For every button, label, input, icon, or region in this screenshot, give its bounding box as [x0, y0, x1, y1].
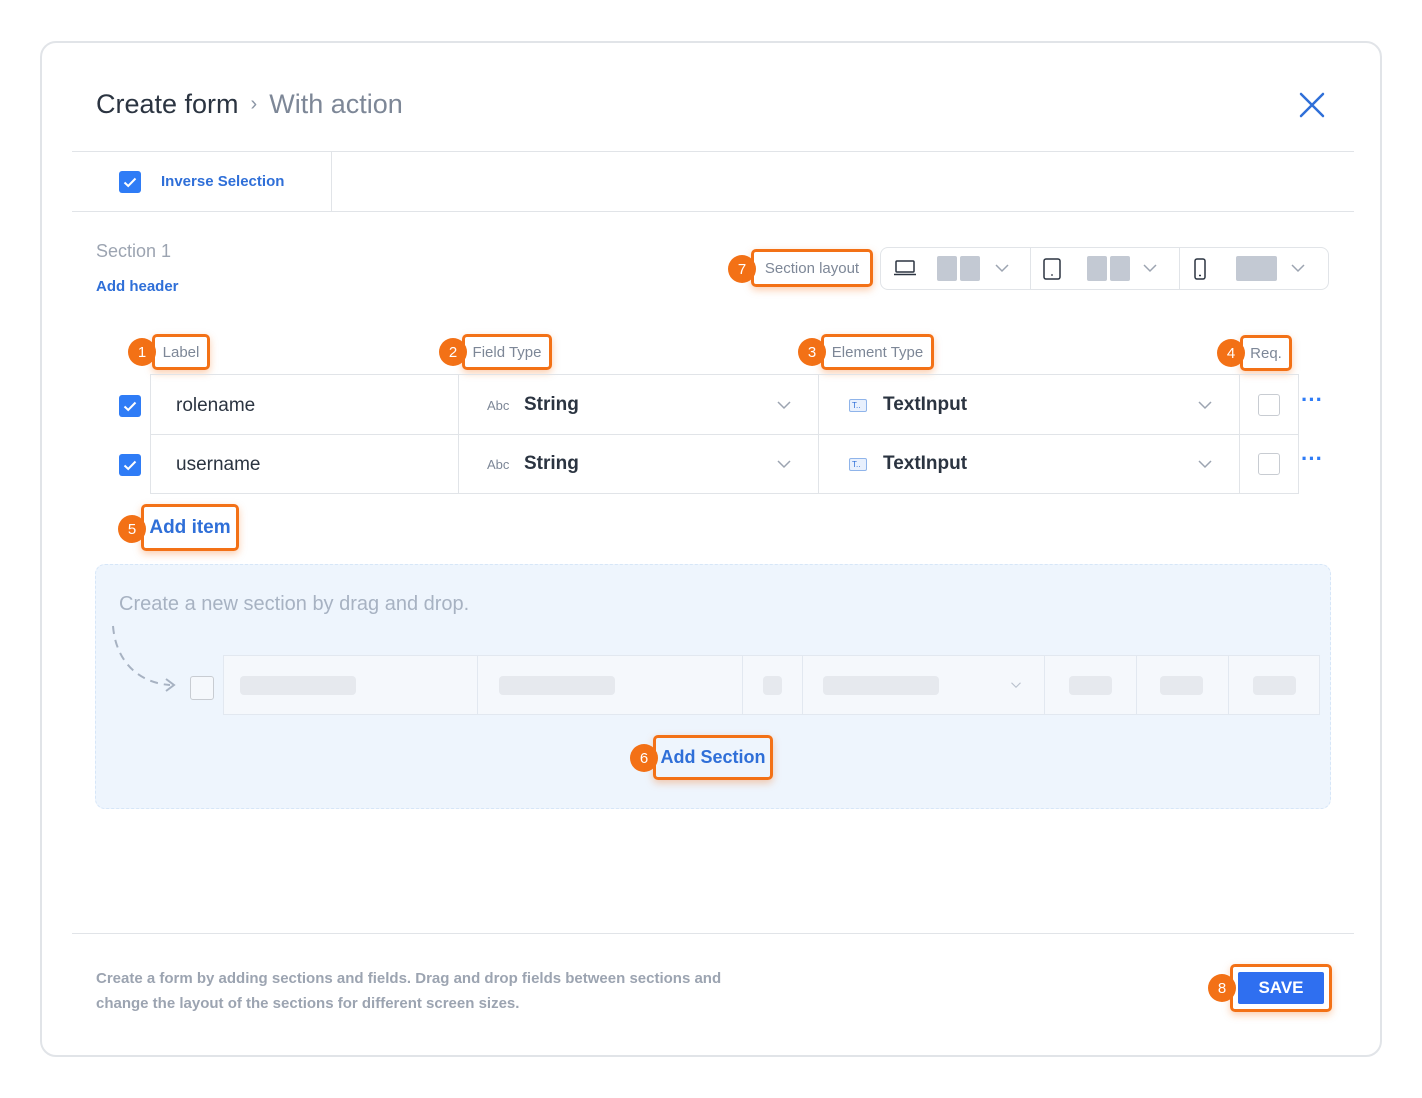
field-type-select[interactable]: String [524, 394, 579, 416]
element-type-select[interactable]: TextInput [883, 453, 967, 475]
chevron-down-icon[interactable] [776, 400, 792, 410]
layout-column-block [1087, 256, 1107, 281]
toolbar-bottom-divider [72, 211, 1354, 212]
placeholder-bar [823, 676, 939, 695]
layout-column-block [937, 256, 957, 281]
layout-column-block [1110, 256, 1130, 281]
row-more-icon[interactable]: ··· [1301, 448, 1323, 470]
header-divider [72, 151, 1354, 152]
column-header-label-text: Label [162, 343, 200, 361]
check-icon [123, 401, 137, 411]
close-icon[interactable] [1298, 91, 1326, 119]
add-section-button[interactable]: Add Section [653, 735, 773, 780]
placeholder-bar [1069, 676, 1112, 695]
ghost-divider [1044, 656, 1045, 714]
placeholder-bar [240, 676, 356, 695]
chevron-down-icon [995, 264, 1009, 273]
ghost-row [223, 655, 1320, 715]
field-type-select[interactable]: String [524, 453, 579, 475]
placeholder-bar [1160, 676, 1203, 695]
ghost-divider [802, 656, 803, 714]
chevron-down-icon[interactable] [1197, 400, 1213, 410]
ghost-checkbox [190, 676, 214, 700]
ghost-divider [1228, 656, 1229, 714]
inverse-selection-checkbox[interactable] [119, 171, 141, 193]
label-input[interactable]: rolename [176, 395, 255, 417]
ghost-divider [477, 656, 478, 714]
ghost-divider [742, 656, 743, 714]
breadcrumb: Create form › With action [96, 89, 403, 120]
column-divider [1239, 375, 1240, 493]
chevron-down-icon[interactable] [1197, 459, 1213, 469]
placeholder-bar [1253, 676, 1296, 695]
drop-zone-hint: Create a new section by drag and drop. [119, 593, 470, 615]
layout-column-block [1236, 256, 1277, 281]
column-header-element-type-text: Element Type [831, 343, 924, 361]
row-more-icon[interactable]: ··· [1301, 389, 1323, 411]
chevron-down-icon [1291, 264, 1305, 273]
create-form-dialog: Create form › With action Inverse Select… [40, 41, 1382, 1057]
layout-column-block [960, 256, 980, 281]
column-divider [818, 375, 819, 493]
inverse-selection-label[interactable]: Inverse Selection [161, 173, 284, 190]
placeholder-bar [499, 676, 615, 695]
tablet-icon [1043, 258, 1061, 280]
chevron-down-icon [1011, 682, 1021, 689]
laptop-icon [894, 260, 916, 276]
phone-layout-select[interactable] [1180, 248, 1328, 289]
label-input[interactable]: username [176, 454, 261, 476]
curved-arrow-icon [112, 625, 176, 692]
add-item-label: Add item [149, 516, 231, 538]
chevron-down-icon[interactable] [776, 459, 792, 469]
breadcrumb-separator: › [250, 93, 258, 115]
check-icon [123, 460, 137, 470]
section-layout-text: Section layout [764, 259, 860, 277]
column-header-field-type: Field Type [462, 334, 552, 370]
required-checkbox[interactable] [1258, 453, 1280, 475]
tablet-layout-select[interactable] [1031, 248, 1179, 289]
row-checkbox[interactable] [119, 454, 141, 476]
footer-divider [72, 933, 1354, 934]
column-header-required-text: Req. [1250, 344, 1282, 362]
required-checkbox[interactable] [1258, 394, 1280, 416]
placeholder-bar [763, 676, 782, 695]
section-title: Section 1 [96, 241, 172, 261]
laptop-layout-select[interactable] [881, 248, 1030, 289]
page-title: Create form [96, 89, 239, 119]
check-icon [123, 177, 137, 187]
save-button[interactable]: SAVE [1238, 972, 1324, 1004]
section-layout-label: Section layout [751, 249, 873, 287]
row-divider [151, 434, 1298, 435]
text-input-icon: T.. [849, 399, 867, 412]
row-checkbox[interactable] [119, 395, 141, 417]
string-type-icon: Abc [487, 398, 510, 413]
add-item-button[interactable]: Add item [141, 504, 239, 551]
text-input-icon: T.. [849, 458, 867, 471]
toolbar-divider [331, 152, 332, 212]
fields-table: rolename Abc String T.. TextInput userna… [150, 374, 1299, 494]
phone-icon [1194, 258, 1206, 280]
column-header-required: Req. [1240, 335, 1292, 371]
column-header-field-type-text: Field Type [472, 343, 542, 361]
page-subtitle[interactable]: With action [269, 89, 403, 120]
footer-help-text: Create a form by adding sections and fie… [96, 970, 722, 1012]
element-type-select[interactable]: TextInput [883, 394, 967, 416]
section-layout-switcher [880, 247, 1329, 290]
column-header-label: Label [152, 334, 210, 370]
column-header-element-type: Element Type [821, 334, 934, 370]
ghost-divider [1136, 656, 1137, 714]
add-section-label: Add Section [660, 747, 766, 767]
string-type-icon: Abc [487, 457, 510, 472]
column-divider [458, 375, 459, 493]
add-header-link[interactable]: Add header [96, 278, 179, 295]
chevron-down-icon [1143, 264, 1157, 273]
